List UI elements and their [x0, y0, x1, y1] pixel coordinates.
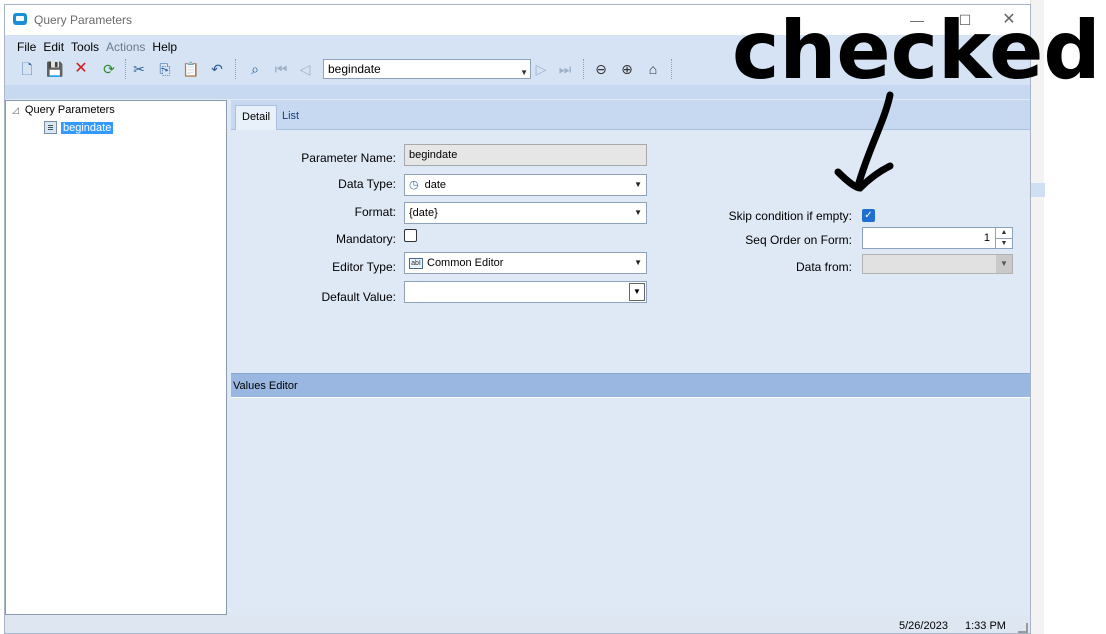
editor-type-select[interactable]: abI Common Editor ▼ [404, 252, 647, 274]
default-value-combo[interactable]: ▼ [404, 281, 647, 303]
data-from-label: Data from: [795, 260, 852, 274]
data-type-value: date [424, 179, 447, 191]
format-select[interactable]: {date} ▼ [404, 202, 647, 224]
menu-actions[interactable]: Actions [106, 40, 145, 54]
resize-grip-icon[interactable] [1018, 623, 1028, 633]
refresh-icon[interactable]: ⟳ [99, 59, 119, 79]
cut-icon[interactable]: ✂ [129, 59, 149, 79]
forward-icon[interactable]: ⊕ [617, 59, 637, 79]
menu-bar: File Edit Tools Actions Help [17, 40, 177, 54]
record-selector-value: begindate [328, 62, 381, 76]
tab-detail[interactable]: Detail [235, 105, 278, 130]
menu-file[interactable]: File [17, 40, 36, 54]
toolbar: 🗋 💾 ✕ ⟳ ✂ ⎘ 📋 ↶ ⌕ ⏮ ◁ begindate ▼ ▷ ⏭ ⊖ … [11, 57, 691, 81]
spin-up-icon[interactable]: ▲ [996, 228, 1012, 238]
window-title: Query Parameters [34, 13, 133, 27]
values-editor-area[interactable] [231, 397, 1030, 615]
status-bar: 5/26/2023 1:33 PM [5, 615, 1030, 633]
format-label: Format: [354, 205, 396, 219]
maximize-button[interactable]: ☐ [951, 9, 979, 31]
copy-icon[interactable]: ⎘ [155, 59, 175, 79]
parameter-icon [44, 121, 57, 135]
background-band [1031, 183, 1045, 197]
tree-item-label: begindate [61, 121, 114, 134]
previous-record-icon[interactable]: ◁ [295, 59, 315, 79]
data-type-label: Data Type: [338, 177, 396, 191]
editor-type-value: Common Editor [427, 257, 504, 269]
spin-buttons[interactable]: ▲ ▼ [995, 228, 1012, 248]
save-icon[interactable]: 💾 [45, 59, 65, 79]
back-icon[interactable]: ⊖ [591, 59, 611, 79]
data-from-select[interactable]: ▼ [862, 254, 1013, 274]
toolbar-separator [583, 59, 585, 79]
app-icon [13, 13, 27, 25]
editor-type-label: Editor Type: [332, 260, 396, 274]
seq-order-stepper[interactable]: 1 ▲ ▼ [862, 227, 1013, 249]
status-time: 1:33 PM [965, 620, 1006, 632]
menu-edit[interactable]: Edit [43, 40, 64, 54]
skip-condition-label: Skip condition if empty: [728, 209, 852, 223]
toolbar-separator [235, 59, 237, 79]
values-editor-header: Values Editor [231, 373, 1030, 397]
menu-tools[interactable]: Tools [71, 40, 99, 54]
parameter-name-field[interactable]: begindate [404, 144, 647, 166]
header-band [5, 85, 1030, 99]
status-date: 5/26/2023 [899, 620, 948, 632]
query-parameters-window: Query Parameters — ☐ ✕ File Edit Tools A… [4, 4, 1031, 634]
delete-icon[interactable]: ✕ [71, 59, 91, 79]
record-selector[interactable]: begindate ▼ [323, 59, 531, 79]
collapse-icon[interactable]: ◿ [12, 105, 19, 115]
chevron-down-icon: ▼ [520, 68, 528, 77]
chevron-down-icon[interactable]: ▼ [629, 283, 645, 301]
tab-strip: Detail List [231, 100, 1030, 130]
parameter-name-value: begindate [409, 149, 458, 161]
home-icon[interactable]: ⌂ [643, 59, 663, 79]
toolbar-separator [671, 59, 673, 79]
next-record-icon[interactable]: ▷ [531, 59, 551, 79]
spin-down-icon[interactable]: ▼ [996, 238, 1012, 248]
find-icon[interactable]: ⌕ [245, 59, 265, 79]
menu-toolbar-area: File Edit Tools Actions Help 🗋 💾 ✕ ⟳ ✂ ⎘… [5, 35, 1030, 85]
undo-icon[interactable]: ↶ [207, 59, 227, 79]
parameter-name-label: Parameter Name: [301, 151, 396, 165]
first-record-icon[interactable]: ⏮ [271, 59, 291, 79]
default-value-label: Default Value: [321, 290, 397, 304]
tab-list[interactable]: List [276, 105, 305, 130]
mandatory-label: Mandatory: [335, 232, 396, 246]
close-button[interactable]: ✕ [995, 9, 1023, 31]
tree-item-begindate[interactable]: begindate [44, 120, 114, 135]
mandatory-checkbox[interactable] [404, 229, 417, 242]
menu-help[interactable]: Help [152, 40, 177, 54]
seq-order-value: 1 [983, 232, 990, 244]
new-icon[interactable]: 🗋 [17, 59, 37, 79]
seq-order-label: Seq Order on Form: [745, 233, 852, 247]
paste-icon[interactable]: 📋 [181, 59, 201, 79]
minimize-button[interactable]: — [903, 9, 931, 31]
tree-root[interactable]: ◿ Query Parameters [12, 104, 115, 116]
tree-panel: ◿ Query Parameters begindate [5, 100, 227, 615]
chevron-down-icon: ▼ [634, 208, 642, 217]
data-type-select[interactable]: ◷ date ▼ [404, 174, 647, 196]
toolbar-separator [125, 59, 127, 79]
background-window [1030, 0, 1045, 634]
clock-icon: ◷ [409, 179, 419, 191]
chevron-down-icon: ▼ [996, 255, 1012, 273]
last-record-icon[interactable]: ⏭ [555, 59, 575, 79]
tree-root-label: Query Parameters [24, 104, 115, 116]
editor-icon: abI [409, 257, 423, 269]
detail-pane: Detail List Parameter Name: begindate Da… [231, 100, 1030, 615]
format-value: {date} [409, 207, 438, 219]
chevron-down-icon: ▼ [634, 258, 642, 267]
chevron-down-icon: ▼ [634, 180, 642, 189]
skip-condition-checkbox[interactable]: ✓ [862, 209, 875, 222]
title-bar[interactable]: Query Parameters — ☐ ✕ [5, 5, 1030, 35]
